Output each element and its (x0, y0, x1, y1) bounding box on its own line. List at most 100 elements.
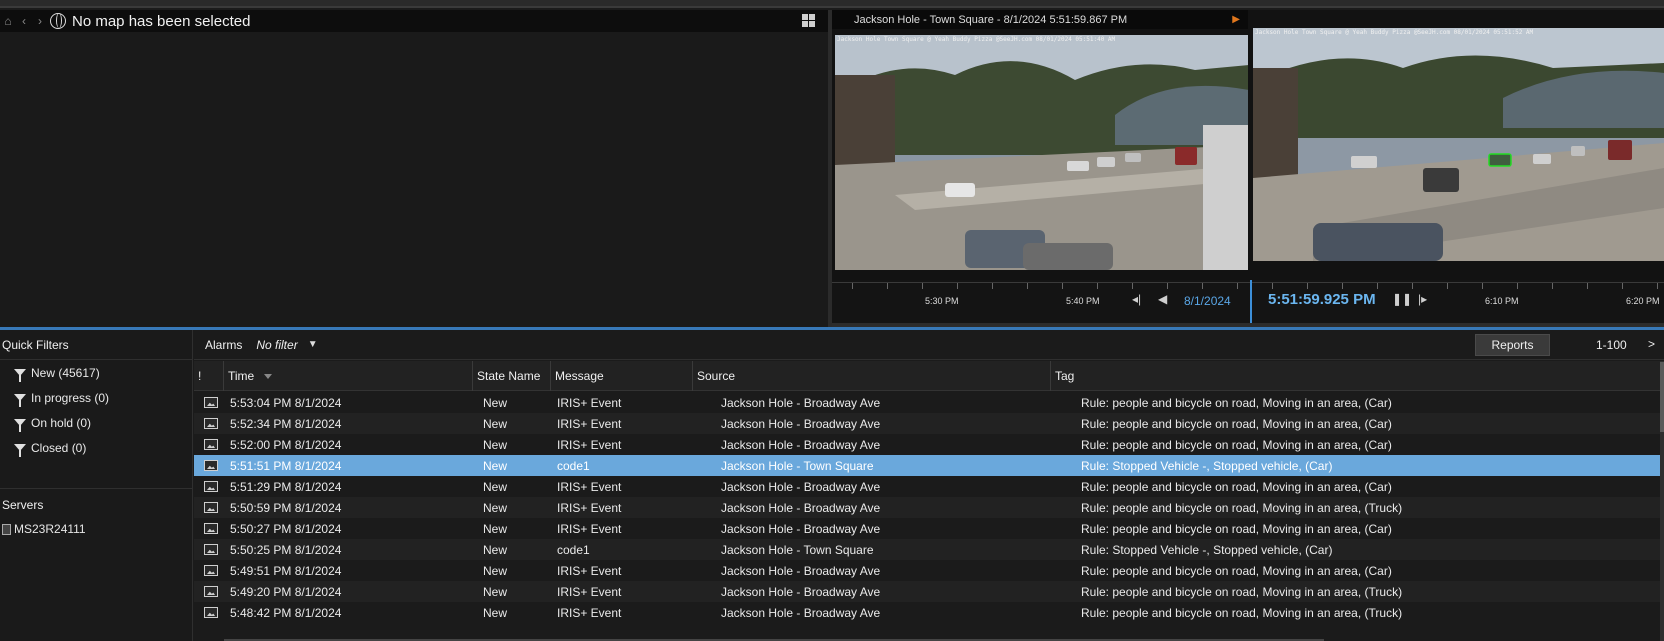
home-icon[interactable]: ⌂ (0, 14, 16, 28)
table-row[interactable]: 5:50:59 PM 8/1/2024 New IRIS+ Event Jackson… (194, 497, 1660, 518)
filter-dropdown[interactable]: No filter (256, 338, 297, 352)
table-row[interactable]: 5:51:29 PM 8/1/2024 New IRIS+ Event Jackson… (194, 476, 1660, 497)
snapshot-icon[interactable] (204, 607, 218, 618)
snapshot-icon[interactable] (204, 502, 218, 513)
table-row[interactable]: 5:52:34 PM 8/1/2024 New IRIS+ Event Jackson… (194, 413, 1660, 434)
table-row[interactable]: 5:51:51 PM 8/1/2024 New code1 Jackson Hole … (194, 455, 1660, 476)
snapshot-icon[interactable] (204, 481, 218, 492)
cell-time: 5:48:42 PM 8/1/2024 (230, 606, 342, 620)
sort-desc-icon (264, 373, 273, 379)
cell-message: IRIS+ Event (557, 501, 622, 515)
snapshot-icon[interactable] (204, 439, 218, 450)
step-back-icon[interactable]: ◂| (1132, 292, 1141, 306)
snapshot-icon[interactable] (204, 565, 218, 576)
servers-title: Servers (2, 498, 44, 512)
filter-new[interactable]: New (45617) (0, 360, 192, 385)
cell-message: IRIS+ Event (557, 438, 622, 452)
table-row[interactable]: 5:53:04 PM 8/1/2024 New IRIS+ Event Jackson… (194, 392, 1660, 413)
map-title-bar: ⌂ ‹ › No map has been selected (0, 10, 828, 32)
forward-icon[interactable]: › (32, 14, 48, 28)
playback-timeline[interactable]: 5:30 PM 5:40 PM ◂| ◀ 8/1/2024 5:51:59.92… (832, 280, 1664, 327)
street-scene-image (835, 35, 1249, 270)
cell-source: Jackson Hole - Town Square (721, 543, 874, 557)
snapshot-icon[interactable] (204, 460, 218, 471)
camera-feed-1[interactable]: Jackson Hole Town Square @ Yeah Buddy Pi… (835, 35, 1249, 270)
cell-time: 5:50:25 PM 8/1/2024 (230, 543, 342, 557)
sidebar-divider (0, 488, 193, 489)
filter-closed[interactable]: Closed (0) (0, 435, 192, 460)
snapshot-icon[interactable] (204, 523, 218, 534)
top-strip (0, 0, 1664, 8)
filter-in-progress[interactable]: In progress (0) (0, 385, 192, 410)
camera-overlay-text: Jackson Hole Town Square @ Yeah Buddy Pi… (1255, 29, 1534, 36)
table-row[interactable]: 5:49:20 PM 8/1/2024 New IRIS+ Event Jackson… (194, 581, 1660, 602)
play-reverse-icon[interactable]: ◀ (1158, 292, 1167, 306)
scroll-thumb[interactable] (1660, 362, 1664, 432)
cell-tag: Rule: people and bicycle on road, Moving… (1081, 417, 1392, 431)
timeline-date[interactable]: 8/1/2024 (1184, 294, 1231, 308)
cell-tag: Rule: people and bicycle on road, Moving… (1081, 585, 1403, 599)
map-title: No map has been selected (72, 12, 251, 30)
snapshot-icon[interactable] (204, 418, 218, 429)
snapshot-icon[interactable] (204, 397, 218, 408)
cell-state: New (483, 501, 508, 515)
cell-time: 5:52:34 PM 8/1/2024 (230, 417, 342, 431)
timeline-cursor[interactable] (1250, 280, 1252, 327)
column-source[interactable]: Source (693, 361, 1051, 391)
reports-button[interactable]: Reports (1475, 334, 1550, 356)
map-pane: ⌂ ‹ › No map has been selected (0, 10, 828, 327)
column-message[interactable]: Message (551, 361, 693, 391)
cell-source: Jackson Hole - Broadway Ave (721, 417, 881, 431)
cell-tag: Rule: people and bicycle on road, Moving… (1081, 438, 1392, 452)
table-row[interactable]: 5:50:27 PM 8/1/2024 New IRIS+ Event Jackson… (194, 518, 1660, 539)
cell-message: IRIS+ Event (557, 480, 622, 494)
cell-source: Jackson Hole - Broadway Ave (721, 585, 881, 599)
cell-state: New (483, 606, 508, 620)
next-page-button[interactable]: > (1648, 337, 1655, 351)
table-row[interactable]: 5:50:25 PM 8/1/2024 New code1 Jackson Hole … (194, 539, 1660, 560)
cell-time: 5:53:04 PM 8/1/2024 (230, 396, 342, 410)
vertical-scrollbar[interactable] (1660, 361, 1664, 641)
timeline-label: 6:10 PM (1485, 296, 1519, 306)
cell-source: Jackson Hole - Broadway Ave (721, 501, 881, 515)
cell-tag: Rule: people and bicycle on road, Moving… (1081, 564, 1392, 578)
layout-grid-icon[interactable] (802, 14, 816, 27)
table-row[interactable]: 5:48:42 PM 8/1/2024 New IRIS+ Event Jackson… (194, 602, 1660, 623)
cell-time: 5:49:51 PM 8/1/2024 (230, 564, 342, 578)
timeline-label: 5:30 PM (925, 296, 959, 306)
filter-label: On hold (0) (31, 415, 92, 430)
cell-source: Jackson Hole - Broadway Ave (721, 564, 881, 578)
filter-label: Closed (0) (31, 440, 87, 455)
back-icon[interactable]: ‹ (16, 14, 32, 28)
cell-time: 5:50:59 PM 8/1/2024 (230, 501, 342, 515)
table-row[interactable]: 5:52:00 PM 8/1/2024 New IRIS+ Event Jackson… (194, 434, 1660, 455)
filter-icon (14, 369, 26, 382)
cell-state: New (483, 417, 508, 431)
cell-state: New (483, 396, 508, 410)
chevron-down-icon[interactable]: ▼ (308, 339, 318, 350)
cell-state: New (483, 480, 508, 494)
table-row[interactable]: 5:49:51 PM 8/1/2024 New IRIS+ Event Jackson… (194, 560, 1660, 581)
cell-time: 5:51:51 PM 8/1/2024 (230, 459, 342, 473)
camera-overlay-text: Jackson Hole Town Square @ Yeah Buddy Pi… (837, 36, 1116, 43)
column-tag[interactable]: Tag (1051, 361, 1660, 391)
snapshot-icon[interactable] (204, 544, 218, 555)
table-header: ! Time State Name Message Source Tag (194, 361, 1664, 391)
column-time[interactable]: Time (224, 361, 473, 391)
cell-message: code1 (557, 459, 590, 473)
cell-state: New (483, 564, 508, 578)
filter-on-hold[interactable]: On hold (0) (0, 410, 192, 435)
cell-time: 5:51:29 PM 8/1/2024 (230, 480, 342, 494)
filter-label: In progress (0) (31, 390, 110, 405)
pause-icon[interactable]: ❚❚ (1392, 292, 1412, 306)
snapshot-icon[interactable] (204, 586, 218, 597)
column-state-name[interactable]: State Name (473, 361, 551, 391)
globe-icon[interactable] (50, 13, 66, 29)
alarm-list-panel: Alarms No filter ▼ Reports 1-100 > ! Tim… (194, 330, 1664, 641)
column-priority[interactable]: ! (194, 361, 224, 391)
camera-feed-2[interactable]: Jackson Hole Town Square @ Yeah Buddy Pi… (1253, 28, 1664, 261)
cell-tag: Rule: people and bicycle on road, Moving… (1081, 606, 1403, 620)
quick-filters-title: Quick Filters (0, 330, 192, 360)
step-forward-icon[interactable]: |▸ (1418, 292, 1427, 306)
server-item[interactable]: MS23R24111 (2, 522, 86, 536)
